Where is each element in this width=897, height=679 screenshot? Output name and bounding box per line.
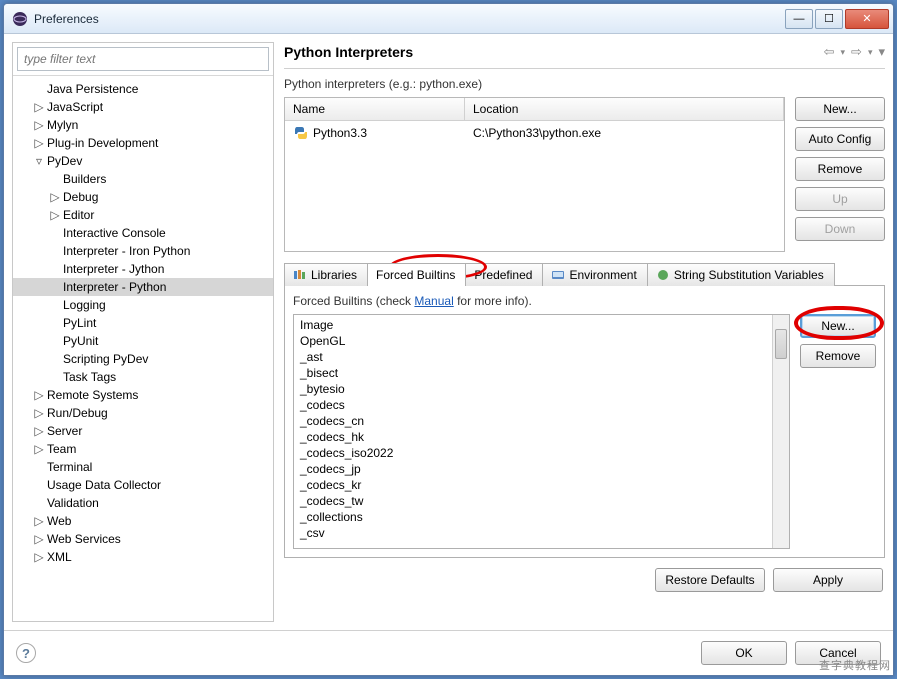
tree-pane: Java Persistence▷JavaScript▷Mylyn▷Plug-i… <box>12 42 274 622</box>
tree-item[interactable]: Interpreter - Python <box>13 278 273 296</box>
tab-string-substitution[interactable]: String Substitution Variables <box>647 263 835 286</box>
tab-environment[interactable]: Environment <box>542 263 647 286</box>
tree-item[interactable]: Interpreter - Jython <box>13 260 273 278</box>
tree-item[interactable]: PyLint <box>13 314 273 332</box>
tree-item[interactable]: ▷Web <box>13 512 273 530</box>
up-button[interactable]: Up <box>795 187 885 211</box>
tab-libraries[interactable]: Libraries <box>284 263 368 286</box>
interpreter-table[interactable]: Name Location Python3.3 C:\Python33\pyth… <box>284 97 785 252</box>
restore-defaults-button[interactable]: Restore Defaults <box>655 568 765 592</box>
tree-item[interactable]: ▷JavaScript <box>13 98 273 116</box>
environment-icon <box>551 268 565 282</box>
tree-item[interactable]: ▷XML <box>13 548 273 566</box>
tree-item[interactable]: PyUnit <box>13 332 273 350</box>
table-row[interactable]: Python3.3 C:\Python33\python.exe <box>285 121 784 145</box>
tree-item[interactable]: Task Tags <box>13 368 273 386</box>
filter-input[interactable] <box>17 47 269 71</box>
tree-item[interactable]: Interactive Console <box>13 224 273 242</box>
interp-name: Python3.3 <box>313 126 367 140</box>
nav-forward-icon[interactable]: ⇨ <box>851 44 862 60</box>
footer: ? OK Cancel <box>4 630 893 675</box>
col-location-header[interactable]: Location <box>465 98 784 120</box>
scrollbar[interactable] <box>772 315 789 548</box>
tree-item[interactable]: Usage Data Collector <box>13 476 273 494</box>
preferences-tree[interactable]: Java Persistence▷JavaScript▷Mylyn▷Plug-i… <box>13 75 273 621</box>
page-title: Python Interpreters <box>284 44 413 60</box>
tree-item[interactable]: ▷Web Services <box>13 530 273 548</box>
list-item[interactable]: _codecs_jp <box>298 461 768 477</box>
list-item[interactable]: _codecs <box>298 397 768 413</box>
titlebar: Preferences — ☐ ✕ <box>4 4 893 34</box>
menu-chevron-icon[interactable]: ▾ <box>878 44 885 60</box>
tree-item[interactable]: Java Persistence <box>13 80 273 98</box>
new-interpreter-button[interactable]: New... <box>795 97 885 121</box>
tree-item[interactable]: ▷Remote Systems <box>13 386 273 404</box>
tree-item[interactable]: Builders <box>13 170 273 188</box>
ok-button[interactable]: OK <box>701 641 787 665</box>
content-pane: Python Interpreters ⇦▾ ⇨▾ ▾ Python inter… <box>284 42 885 622</box>
tree-item[interactable]: ▷Run/Debug <box>13 404 273 422</box>
eclipse-icon <box>12 11 28 27</box>
tree-item[interactable]: Interpreter - Iron Python <box>13 242 273 260</box>
list-item[interactable]: _bytesio <box>298 381 768 397</box>
list-item[interactable]: _codecs_hk <box>298 429 768 445</box>
dialog-body: Java Persistence▷JavaScript▷Mylyn▷Plug-i… <box>4 34 893 630</box>
col-name-header[interactable]: Name <box>285 98 465 120</box>
watermark: 查字典教程网 <box>819 657 891 673</box>
down-button[interactable]: Down <box>795 217 885 241</box>
preferences-window: Preferences — ☐ ✕ Java Persistence▷JavaS… <box>3 3 894 676</box>
tree-item[interactable]: Terminal <box>13 458 273 476</box>
tree-item[interactable]: Scripting PyDev <box>13 350 273 368</box>
auto-config-button[interactable]: Auto Config <box>795 127 885 151</box>
forced-builtins-list[interactable]: ImageOpenGL_ast_bisect_bytesio_codecs_co… <box>293 314 790 549</box>
tree-item[interactable]: ▷Debug <box>13 188 273 206</box>
table-header: Name Location <box>285 98 784 121</box>
window-controls: — ☐ ✕ <box>785 9 889 29</box>
list-item[interactable]: OpenGL <box>298 333 768 349</box>
tree-item[interactable]: Logging <box>13 296 273 314</box>
python-icon <box>293 125 309 141</box>
list-item[interactable]: _ast <box>298 349 768 365</box>
libraries-icon <box>293 268 307 282</box>
manual-link[interactable]: Manual <box>414 294 453 308</box>
list-item[interactable]: _collections <box>298 509 768 525</box>
list-item[interactable]: _csv <box>298 525 768 541</box>
interp-location: C:\Python33\python.exe <box>473 126 776 140</box>
nav-arrows: ⇦▾ ⇨▾ ▾ <box>824 44 885 60</box>
new-builtin-button[interactable]: New... <box>800 314 876 338</box>
list-item[interactable]: _codecs_kr <box>298 477 768 493</box>
tabs: Libraries Forced Builtins Predefined Env… <box>284 262 885 286</box>
page-description: Python interpreters (e.g.: python.exe) <box>284 69 885 97</box>
apply-button[interactable]: Apply <box>773 568 883 592</box>
tab-content: Forced Builtins (check Manual for more i… <box>284 286 885 558</box>
minimize-button[interactable]: — <box>785 9 813 29</box>
tree-item[interactable]: ▷Server <box>13 422 273 440</box>
list-item[interactable]: _codecs_cn <box>298 413 768 429</box>
tree-item[interactable]: ▷Plug-in Development <box>13 134 273 152</box>
tree-item[interactable]: Validation <box>13 494 273 512</box>
string-sub-icon <box>656 268 670 282</box>
tree-item[interactable]: ▷Team <box>13 440 273 458</box>
remove-builtin-button[interactable]: Remove <box>800 344 876 368</box>
list-item[interactable]: Image <box>298 317 768 333</box>
list-item[interactable]: _codecs_tw <box>298 493 768 509</box>
help-icon[interactable]: ? <box>16 643 36 663</box>
scroll-thumb[interactable] <box>775 329 787 359</box>
list-item[interactable]: _codecs_iso2022 <box>298 445 768 461</box>
forced-builtins-label: Forced Builtins (check Manual for more i… <box>293 294 876 308</box>
tab-predefined[interactable]: Predefined <box>465 263 543 286</box>
nav-back-icon[interactable]: ⇦ <box>824 44 835 60</box>
tree-item[interactable]: ▿PyDev <box>13 152 273 170</box>
tree-item[interactable]: ▷Mylyn <box>13 116 273 134</box>
remove-interpreter-button[interactable]: Remove <box>795 157 885 181</box>
window-title: Preferences <box>34 12 785 26</box>
tree-item[interactable]: ▷Editor <box>13 206 273 224</box>
maximize-button[interactable]: ☐ <box>815 9 843 29</box>
list-item[interactable]: _bisect <box>298 365 768 381</box>
tab-forced-builtins[interactable]: Forced Builtins <box>367 263 466 286</box>
close-button[interactable]: ✕ <box>845 9 889 29</box>
